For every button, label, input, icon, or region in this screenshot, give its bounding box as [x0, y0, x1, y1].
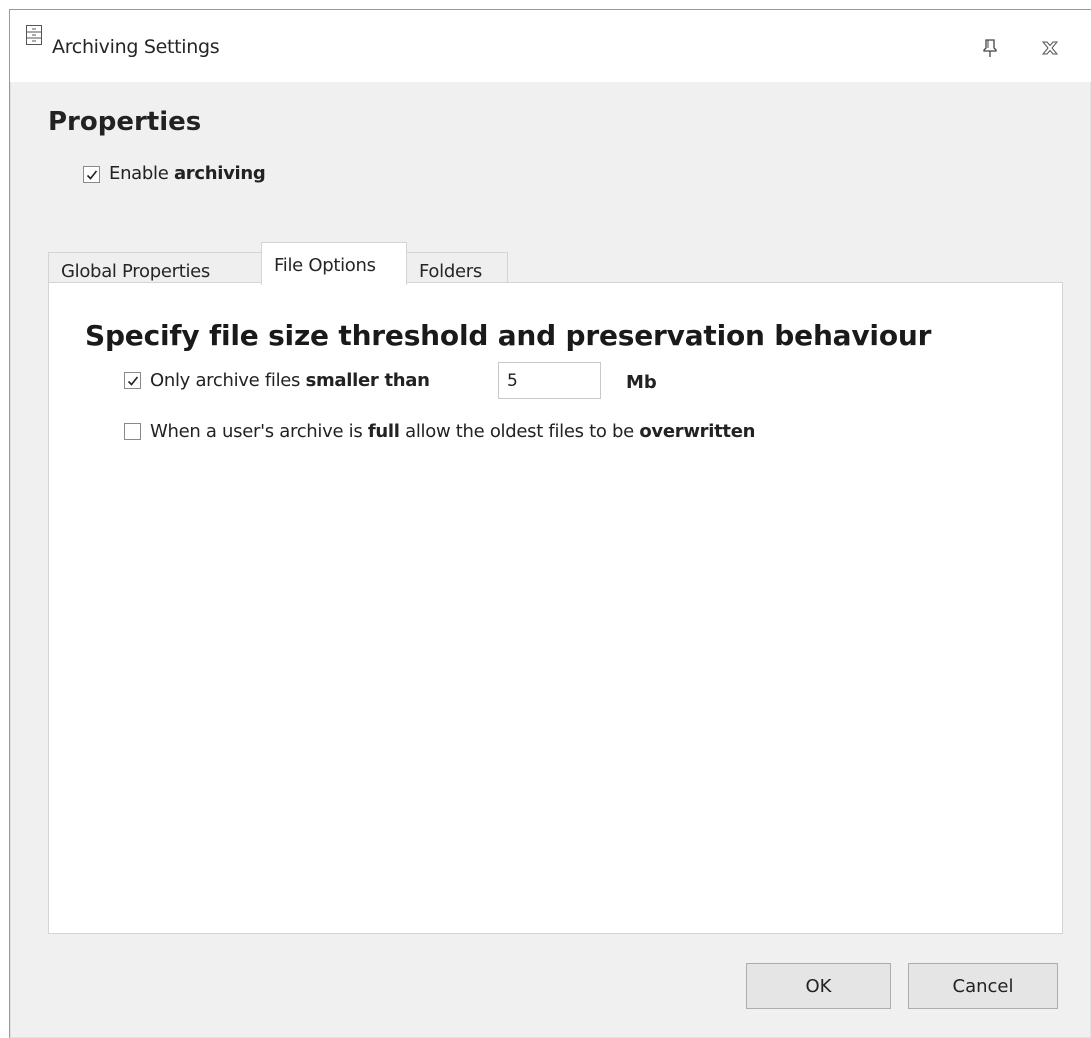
enable-archiving-label[interactable]: Enable archiving	[109, 163, 266, 184]
close-icon[interactable]	[1039, 37, 1061, 59]
enable-label-prefix: Enable	[109, 163, 174, 184]
size-limit-label[interactable]: Only archive files smaller than	[150, 370, 430, 391]
overwrite-label[interactable]: When a user's archive is full allow the …	[150, 421, 755, 442]
size-limit-label-prefix: Only archive files	[150, 370, 306, 391]
tab-folders[interactable]: Folders	[406, 252, 508, 283]
size-limit-checkbox[interactable]	[124, 372, 141, 389]
size-limit-label-bold: smaller than	[305, 370, 430, 391]
file-options-panel: Specify file size threshold and preserva…	[48, 282, 1063, 934]
properties-heading: Properties	[48, 107, 202, 137]
overwrite-label-bold2: overwritten	[639, 421, 756, 442]
cabinet-icon	[26, 25, 42, 45]
overwrite-label-bold1: full	[367, 421, 400, 442]
enable-label-bold: archiving	[173, 163, 266, 184]
enable-archiving-checkbox[interactable]	[83, 166, 100, 183]
cancel-button[interactable]: Cancel	[908, 963, 1058, 1009]
ok-button[interactable]: OK	[746, 963, 891, 1009]
overwrite-label-part1: When a user's archive is	[150, 421, 368, 442]
overwrite-checkbox[interactable]	[124, 423, 141, 440]
window-title: Archiving Settings	[52, 36, 220, 58]
tab-global-properties[interactable]: Global Properties	[48, 252, 262, 283]
size-unit-label: Mb	[626, 372, 657, 393]
size-threshold-input[interactable]	[498, 362, 601, 399]
archiving-settings-dialog: Archiving Settings Properties Enable arc…	[9, 9, 1091, 1038]
overwrite-label-part2: allow the oldest files to be	[399, 421, 640, 442]
checkmark-icon	[86, 170, 98, 180]
checkmark-icon	[127, 376, 139, 386]
pin-icon[interactable]	[980, 37, 1002, 59]
tab-file-options[interactable]: File Options	[261, 242, 407, 285]
title-bar: Archiving Settings	[10, 10, 1091, 82]
file-options-heading: Specify file size threshold and preserva…	[85, 319, 932, 352]
